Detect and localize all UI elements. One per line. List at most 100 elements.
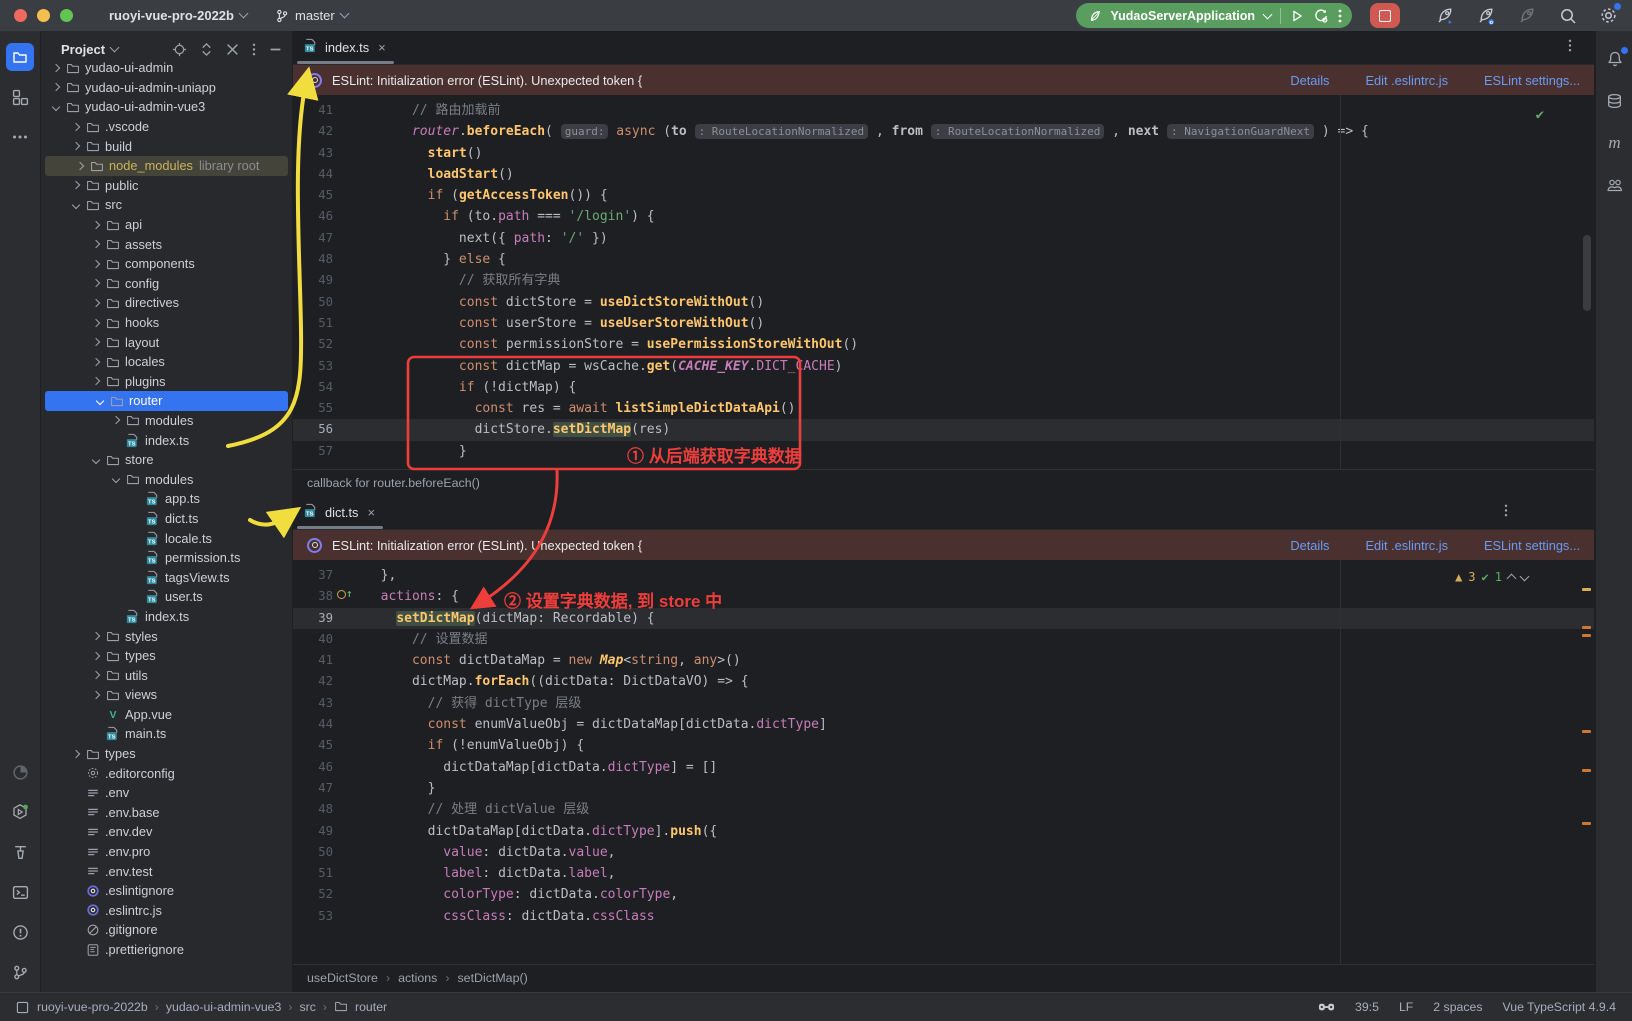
locate-icon[interactable] [172, 42, 187, 57]
code-line-49[interactable]: 49 dictDataMap[dictData.dictType].push({ [293, 821, 1594, 842]
tab-index.ts[interactable]: TS index.ts × [293, 38, 398, 64]
code-line-46[interactable]: 46 if (to.path === '/login') { [293, 206, 1594, 227]
problems-tool-button[interactable] [6, 918, 34, 946]
line-ending[interactable]: LF [1399, 1000, 1413, 1014]
code-line-48[interactable]: 48 // 处理 dictValue 层级 [293, 799, 1594, 820]
code-editor[interactable]: 41 // 路由加载前42 router.beforeEach( guard: … [293, 95, 1594, 469]
chevron-icon[interactable] [89, 359, 104, 365]
tree-item-locales[interactable]: locales [41, 352, 292, 372]
tree-item-.editorconfig[interactable]: .editorconfig [41, 763, 292, 783]
tree-item-plugins[interactable]: plugins [41, 372, 292, 392]
profiler-tool-button[interactable] [6, 758, 34, 786]
run-configuration-widget[interactable]: YudaoServerApplication [1076, 3, 1352, 28]
chevron-icon[interactable] [69, 124, 84, 130]
status-path-item[interactable]: ruoyi-vue-pro-2022b [37, 1000, 148, 1014]
tree-item-.env.test[interactable]: .env.test [41, 861, 292, 881]
chevron-icon[interactable] [89, 692, 104, 698]
file-type[interactable]: Vue TypeScript 4.9.4 [1503, 1000, 1616, 1014]
more-tools-button[interactable] [6, 123, 34, 151]
code-line-42[interactable]: 42 dictMap.forEach((dictData: DictDataVO… [293, 671, 1594, 692]
settings-icon[interactable] [1599, 6, 1618, 25]
tree-item-.env.pro[interactable]: .env.pro [41, 842, 292, 862]
tree-item-yudao-ui-admin-vue3[interactable]: yudao-ui-admin-vue3 [41, 97, 292, 117]
chevron-icon[interactable] [89, 378, 104, 384]
chevron-icon[interactable] [109, 476, 124, 482]
code-line-46[interactable]: 46 dictDataMap[dictData.dictType] = [] [293, 757, 1594, 778]
chevron-icon[interactable] [89, 672, 104, 678]
tab-close-icon[interactable]: × [378, 40, 386, 55]
status-path-item[interactable]: src [299, 1000, 315, 1014]
chevron-icon[interactable] [49, 65, 64, 71]
tree-item-.env[interactable]: .env [41, 783, 292, 803]
terminal-tool-button[interactable] [6, 878, 34, 906]
chevron-icon[interactable] [89, 339, 104, 345]
tree-item-node_modules[interactable]: node_moduleslibrary root [45, 156, 288, 176]
tree-item-main.ts[interactable]: TSmain.ts [41, 724, 292, 744]
banner-edit-eslintrc-link[interactable]: Edit .eslintrc.js [1365, 538, 1448, 553]
tree-item-.vscode[interactable]: .vscode [41, 117, 292, 137]
tree-item-store[interactable]: store [41, 450, 292, 470]
stripe-mark[interactable] [1582, 634, 1591, 637]
code-line-37[interactable]: 37 }, [293, 565, 1594, 586]
code-line-43[interactable]: 43 start() [293, 143, 1594, 164]
chevron-icon[interactable] [49, 104, 64, 110]
indent-setting[interactable]: 2 spaces [1433, 1000, 1482, 1014]
chevron-icon[interactable] [73, 163, 88, 169]
tree-item-.prettierignore[interactable]: .prettierignore [41, 940, 292, 960]
breadcrumb-item[interactable]: callback for router.beforeEach() [307, 476, 480, 490]
chevron-icon[interactable] [89, 241, 104, 247]
expand-collapse-icon[interactable] [200, 42, 213, 57]
tree-item-build[interactable]: build [41, 136, 292, 156]
notifications-button[interactable] [1601, 45, 1629, 73]
inspections-ok-icon[interactable]: ✔ [1536, 107, 1544, 123]
collaboration-tool-button[interactable] [1601, 171, 1629, 199]
chevron-icon[interactable] [89, 222, 104, 228]
tree-item-tagsView.ts[interactable]: TStagsView.ts [41, 567, 292, 587]
code-line-47[interactable]: 47 next({ path: '/' }) [293, 228, 1594, 249]
tree-item-locale.ts[interactable]: TSlocale.ts [41, 528, 292, 548]
banner-eslint-settings-link[interactable]: ESLint settings... [1484, 538, 1580, 553]
chevron-icon[interactable] [69, 751, 84, 757]
inspections-widget[interactable]: ▲ 3 ✔ 1 [1455, 570, 1528, 584]
warning-stripe-mark[interactable] [1582, 588, 1591, 591]
build-tool-button[interactable] [6, 838, 34, 866]
breadcrumb-item[interactable]: useDictStore [307, 971, 378, 985]
tree-item-.eslintrc.js[interactable]: .eslintrc.js [41, 901, 292, 921]
status-path-item[interactable]: router [355, 1000, 387, 1014]
tree-item-config[interactable]: config [41, 274, 292, 294]
search-icon[interactable] [1559, 7, 1577, 25]
more-kebab-icon[interactable] [1338, 8, 1342, 24]
breadcrumb-item[interactable]: actions [398, 971, 437, 985]
status-path-item[interactable]: yudao-ui-admin-vue3 [166, 1000, 282, 1014]
tree-item-types[interactable]: types [41, 744, 292, 764]
chevron-icon[interactable] [89, 653, 104, 659]
override-gutter-icon[interactable]: ↑ [337, 589, 359, 599]
chevron-icon[interactable] [89, 320, 104, 326]
next-problem-icon[interactable] [1520, 571, 1530, 581]
chevron-icon[interactable] [89, 633, 104, 639]
code-line-57[interactable]: 57 } [293, 441, 1594, 462]
tree-item-App.vue[interactable]: VApp.vue [41, 705, 292, 725]
chevron-icon[interactable] [89, 261, 104, 267]
tab-close-icon[interactable]: × [367, 505, 375, 520]
stripe-mark[interactable] [1582, 626, 1591, 629]
chevron-icon[interactable] [49, 84, 64, 90]
code-line-48[interactable]: 48 } else { [293, 249, 1594, 270]
project-tool-button[interactable] [6, 43, 34, 71]
rerun-with-coverage-icon[interactable] [1313, 8, 1329, 24]
tree-item-hooks[interactable]: hooks [41, 313, 292, 333]
tree-item-directives[interactable]: directives [41, 293, 292, 313]
code-line-41[interactable]: 41 // 路由加载前 [293, 100, 1594, 121]
code-line-45[interactable]: 45 if (getAccessToken()) { [293, 185, 1594, 206]
run-with-profiler-icon[interactable] [1436, 6, 1455, 25]
tree-item-permission.ts[interactable]: TSpermission.ts [41, 548, 292, 568]
run-button[interactable] [1290, 9, 1304, 23]
macos-minimize-icon[interactable] [37, 9, 50, 22]
scrollbar-thumb[interactable] [1583, 235, 1591, 311]
structure-tool-button[interactable] [6, 83, 34, 111]
code-line-45[interactable]: 45 if (!enumValueObj) { [293, 735, 1594, 756]
hide-panel-icon[interactable] [269, 43, 282, 56]
banner-details-link[interactable]: Details [1290, 538, 1329, 553]
previous-problem-icon[interactable] [1507, 574, 1517, 584]
banner-edit-eslintrc-link[interactable]: Edit .eslintrc.js [1365, 73, 1448, 88]
